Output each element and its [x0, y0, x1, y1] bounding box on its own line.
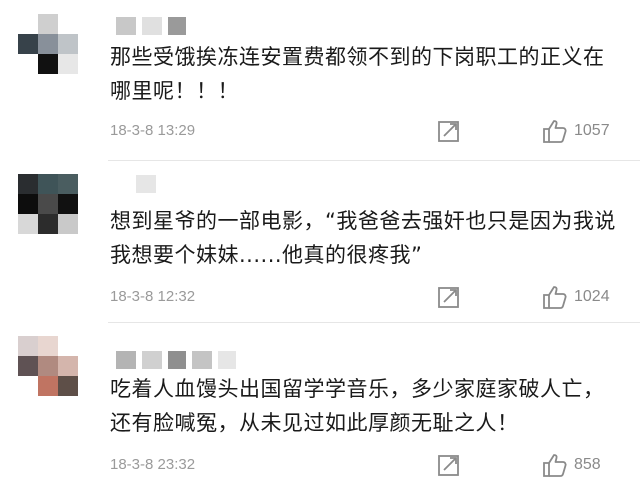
avatar-mosaic-tile: [38, 194, 58, 214]
avatar[interactable]: [18, 14, 78, 74]
avatar-mosaic-tile: [18, 194, 38, 214]
avatar-mosaic-tile: [38, 214, 58, 234]
comment-item: 那些受饿挨冻连安置费都领不到的下岗职工的正义在哪里呢！！！ 18-3-8 13:…: [0, 0, 640, 160]
comment-item: 想到星爷的一部电影，“我爸爸去强奸也只是因为我说我想要个妹妹......他真的很…: [0, 160, 640, 322]
avatar[interactable]: [18, 174, 78, 234]
avatar-mosaic-tile: [18, 336, 38, 356]
avatar-mosaic-tile: [18, 214, 38, 234]
avatar-mosaic-tile: [58, 194, 78, 214]
comment-timestamp: 18-3-8 13:29: [110, 122, 196, 139]
avatar-mosaic-tile: [38, 336, 58, 356]
comment-text: 吃着人血馒头出国留学学音乐，多少家庭家破人亡，还有脸喊冤，从未见过如此厚颜无耻之…: [110, 377, 605, 435]
username-mosaic-block: [218, 351, 236, 369]
avatar-mosaic-tile: [58, 174, 78, 194]
comment-timestamp: 18-3-8 23:32: [110, 456, 196, 473]
username-mosaic-block: [142, 17, 162, 35]
avatar-mosaic-tile: [18, 356, 38, 376]
avatar-mosaic-tile: [58, 336, 78, 356]
thumbs-up-icon: [543, 286, 567, 309]
avatar-mosaic-tile: [18, 34, 38, 54]
like-count: 1057: [574, 122, 610, 139]
avatar-mosaic-tile: [58, 34, 78, 54]
username[interactable]: [116, 350, 236, 370]
comment-item: 吃着人血馒头出国留学学音乐，多少家庭家破人亡，还有脸喊冤，从未见过如此厚颜无耻之…: [0, 322, 640, 488]
reply-edit-icon: [438, 121, 459, 142]
reply-button[interactable]: [436, 452, 462, 478]
avatar-mosaic-tile: [38, 34, 58, 54]
avatar-mosaic-tile: [38, 54, 58, 74]
username-mosaic-block: [116, 17, 136, 35]
thumbs-up-icon: [543, 454, 567, 477]
username-mosaic-block: [168, 17, 186, 35]
reply-edit-icon: [438, 455, 459, 476]
avatar-mosaic-tile: [58, 356, 78, 376]
like-count: 858: [574, 456, 601, 473]
thumbs-up-icon: [543, 120, 567, 143]
avatar-mosaic-tile: [58, 54, 78, 74]
like-button[interactable]: 1057: [542, 117, 610, 145]
avatar-mosaic-tile: [58, 376, 78, 396]
comment-text: 想到星爷的一部电影，“我爸爸去强奸也只是因为我说我想要个妹妹......他真的很…: [110, 209, 616, 267]
username[interactable]: [136, 174, 156, 194]
username-mosaic-block: [142, 351, 162, 369]
avatar-mosaic-tile: [38, 14, 58, 34]
reply-edit-icon: [438, 287, 459, 308]
comment-text: 那些受饿挨冻连安置费都领不到的下岗职工的正义在哪里呢！！！: [110, 45, 605, 103]
avatar-mosaic-tile: [18, 14, 38, 34]
avatar-mosaic-tile: [18, 174, 38, 194]
reply-button[interactable]: [436, 284, 462, 310]
username-mosaic-block: [192, 351, 212, 369]
avatar-mosaic-tile: [38, 356, 58, 376]
username-mosaic-block: [168, 351, 186, 369]
like-button[interactable]: 858: [542, 451, 601, 479]
username-mosaic-block: [136, 175, 156, 193]
avatar-mosaic-tile: [38, 174, 58, 194]
like-button[interactable]: 1024: [542, 283, 610, 311]
username[interactable]: [116, 16, 186, 36]
comment-timestamp: 18-3-8 12:32: [110, 288, 196, 305]
avatar[interactable]: [18, 336, 78, 396]
avatar-mosaic-tile: [18, 376, 38, 396]
avatar-mosaic-tile: [18, 54, 38, 74]
avatar-mosaic-tile: [38, 376, 58, 396]
username-mosaic-block: [116, 351, 136, 369]
avatar-mosaic-tile: [58, 214, 78, 234]
avatar-mosaic-tile: [58, 14, 78, 34]
like-count: 1024: [574, 288, 610, 305]
reply-button[interactable]: [436, 118, 462, 144]
